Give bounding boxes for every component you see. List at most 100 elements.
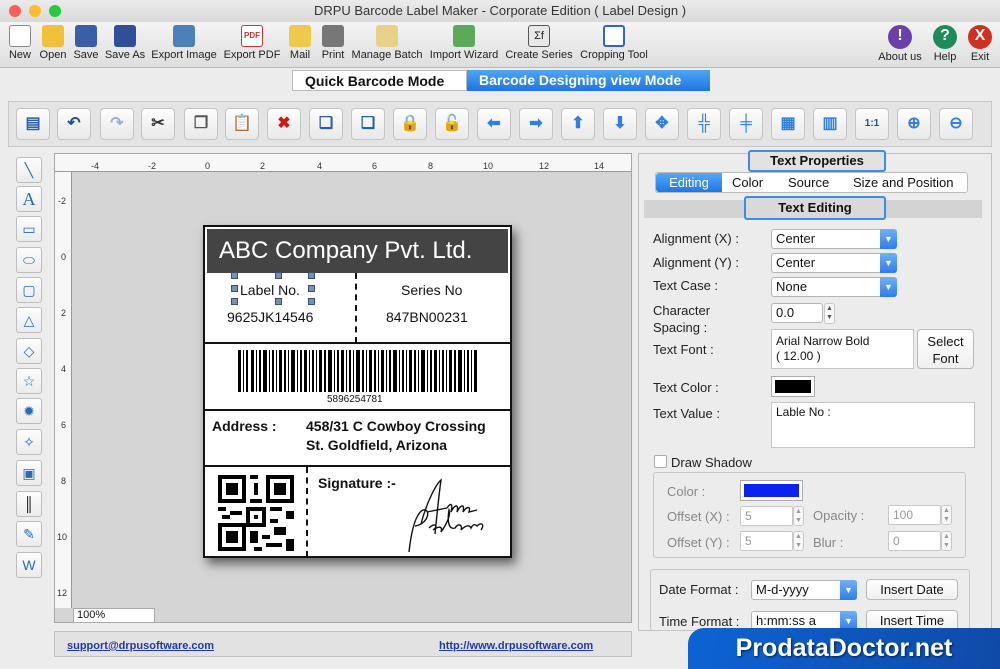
center-all-icon[interactable]: ✥ bbox=[645, 108, 679, 140]
new-button[interactable]: New bbox=[3, 22, 37, 66]
blur-stepper[interactable]: ▲ ▼ bbox=[941, 531, 952, 551]
signature-image[interactable] bbox=[401, 474, 501, 554]
insert-date-button[interactable]: Insert Date bbox=[866, 579, 958, 600]
text-tool-icon[interactable]: A bbox=[16, 186, 42, 212]
date-format-select[interactable]: M-d-yyyy ▼ bbox=[751, 580, 857, 600]
print-button[interactable]: Print bbox=[318, 22, 348, 66]
export-image-button[interactable]: Export Image bbox=[151, 22, 217, 66]
arrow-up-icon[interactable]: ⬆ bbox=[561, 108, 595, 140]
line-tool-icon[interactable]: ╲ bbox=[16, 157, 42, 183]
save-button[interactable]: Save bbox=[71, 22, 101, 66]
draw-shadow-checkbox[interactable] bbox=[654, 455, 667, 468]
bring-front-icon[interactable]: ❏ bbox=[309, 108, 343, 140]
rectangle-tool-icon[interactable]: ▭ bbox=[16, 216, 42, 242]
burst-tool-icon[interactable]: ✹ bbox=[16, 398, 42, 424]
tab-editing[interactable]: Editing bbox=[656, 173, 722, 192]
signature-caption[interactable]: Signature :- bbox=[318, 475, 396, 491]
blur-input[interactable]: 0 bbox=[888, 531, 941, 551]
actual-size-icon[interactable]: 1:1 bbox=[855, 108, 889, 140]
qr-code[interactable] bbox=[218, 475, 294, 551]
open-button[interactable]: Open bbox=[37, 22, 69, 66]
align-vertical-center-icon[interactable]: ╪ bbox=[729, 108, 763, 140]
manage-batch-button[interactable]: Manage Batch bbox=[351, 22, 423, 66]
shadow-color-swatch[interactable] bbox=[740, 480, 803, 501]
barcode-number[interactable]: 5896254781 bbox=[327, 394, 383, 405]
align-horizontal-center-icon[interactable]: ╬ bbox=[687, 108, 721, 140]
alignment-y-select[interactable]: Center ▼ bbox=[771, 253, 897, 273]
ruler-icon[interactable]: ▥ bbox=[813, 108, 847, 140]
triangle-tool-icon[interactable]: △ bbox=[16, 307, 42, 333]
opacity-stepper[interactable]: ▲ ▼ bbox=[941, 505, 952, 525]
properties-icon[interactable]: ▤ bbox=[16, 108, 50, 140]
zoom-out-icon[interactable]: ⊖ bbox=[939, 108, 973, 140]
label-no-caption[interactable]: Label No. bbox=[240, 282, 300, 298]
undo-icon[interactable]: ↶ bbox=[57, 108, 91, 140]
paste-icon[interactable]: 📋 bbox=[225, 108, 259, 140]
text-case-select[interactable]: None ▼ bbox=[771, 277, 897, 297]
support-email-link[interactable]: support@drpusoftware.com bbox=[67, 640, 214, 652]
help-button[interactable]: ? Help bbox=[930, 22, 960, 66]
selection-handle[interactable] bbox=[275, 272, 282, 279]
selection-handle[interactable] bbox=[231, 285, 238, 292]
barcode-1d[interactable] bbox=[238, 350, 478, 392]
unlock-icon[interactable]: 🔓 bbox=[435, 108, 469, 140]
send-back-icon[interactable]: ❏ bbox=[351, 108, 385, 140]
quick-barcode-mode-tab[interactable]: Quick Barcode Mode bbox=[292, 70, 467, 91]
offset-y-input[interactable]: 5 bbox=[740, 531, 793, 551]
image-tool-icon[interactable]: ▣ bbox=[16, 460, 42, 486]
zoom-window-button[interactable] bbox=[49, 5, 61, 17]
selection-handle[interactable] bbox=[308, 285, 315, 292]
star-tool-icon[interactable]: ☆ bbox=[16, 368, 42, 394]
save-as-button[interactable]: Save As bbox=[104, 22, 146, 66]
label-no-value[interactable]: 9625JK14546 bbox=[227, 309, 313, 325]
signature-tool-icon[interactable]: ✎ bbox=[16, 521, 42, 547]
polygon-star-tool-icon[interactable]: ✧ bbox=[16, 429, 42, 455]
create-series-button[interactable]: Σf Create Series bbox=[504, 22, 574, 66]
address-caption[interactable]: Address : bbox=[212, 418, 277, 434]
designing-view-mode-tab[interactable]: Barcode Designing view Mode bbox=[467, 70, 710, 91]
diamond-tool-icon[interactable]: ◇ bbox=[16, 338, 42, 364]
char-spacing-stepper[interactable]: ▲ ▼ bbox=[824, 303, 835, 324]
tab-source[interactable]: Source bbox=[788, 173, 829, 192]
selection-handle[interactable] bbox=[231, 298, 238, 305]
cut-icon[interactable]: ✂ bbox=[141, 108, 175, 140]
barcode-tool-icon[interactable]: ║ bbox=[16, 491, 42, 517]
zoom-level-field[interactable]: 100% bbox=[73, 608, 155, 623]
selection-handle[interactable] bbox=[231, 272, 238, 279]
opacity-input[interactable]: 100 bbox=[888, 505, 941, 525]
selection-handle[interactable] bbox=[308, 298, 315, 305]
grid-icon[interactable]: ▦ bbox=[771, 108, 805, 140]
minimize-window-button[interactable] bbox=[29, 5, 41, 17]
tab-size-and-position[interactable]: Size and Position bbox=[853, 173, 953, 192]
about-us-button[interactable]: ! About us bbox=[876, 22, 924, 66]
alignment-x-select[interactable]: Center ▼ bbox=[771, 229, 897, 249]
rounded-rectangle-tool-icon[interactable]: ▢ bbox=[16, 277, 42, 303]
watermark-tool-icon[interactable]: W bbox=[16, 552, 42, 578]
select-font-button[interactable]: Select Font bbox=[917, 329, 974, 369]
close-window-button[interactable] bbox=[9, 5, 21, 17]
arrow-down-icon[interactable]: ⬇ bbox=[603, 108, 637, 140]
company-name-text[interactable]: ABC Company Pvt. Ltd. bbox=[207, 229, 508, 273]
mail-button[interactable]: Mail bbox=[286, 22, 314, 66]
arrow-left-icon[interactable]: ⬅ bbox=[477, 108, 511, 140]
arrow-right-icon[interactable]: ➡ bbox=[519, 108, 553, 140]
address-line-1[interactable]: 458/31 C Cowboy Crossing bbox=[306, 418, 486, 434]
selection-handle[interactable] bbox=[308, 272, 315, 279]
ellipse-tool-icon[interactable]: ⬭ bbox=[16, 247, 42, 273]
delete-icon[interactable]: ✖ bbox=[267, 108, 301, 140]
zoom-in-icon[interactable]: ⊕ bbox=[897, 108, 931, 140]
cropping-tool-button[interactable]: Cropping Tool bbox=[577, 22, 651, 66]
export-pdf-button[interactable]: PDF Export PDF bbox=[223, 22, 281, 66]
char-spacing-input[interactable]: 0.0 bbox=[771, 303, 823, 323]
text-color-swatch[interactable] bbox=[771, 376, 815, 397]
tab-color[interactable]: Color bbox=[732, 173, 763, 192]
exit-button[interactable]: X Exit bbox=[966, 22, 994, 66]
text-value-input[interactable]: Lable No : bbox=[771, 402, 975, 448]
website-link[interactable]: http://www.drpusoftware.com bbox=[439, 640, 593, 652]
barcode-label[interactable]: ABC Company Pvt. Ltd. Label No. 9625JK14… bbox=[203, 225, 512, 558]
address-line-2[interactable]: St. Goldfield, Arizona bbox=[306, 437, 447, 453]
lock-icon[interactable]: 🔒 bbox=[393, 108, 427, 140]
series-no-caption[interactable]: Series No bbox=[401, 282, 462, 298]
import-wizard-button[interactable]: Import Wizard bbox=[428, 22, 500, 66]
copy-icon[interactable]: ❐ bbox=[184, 108, 218, 140]
